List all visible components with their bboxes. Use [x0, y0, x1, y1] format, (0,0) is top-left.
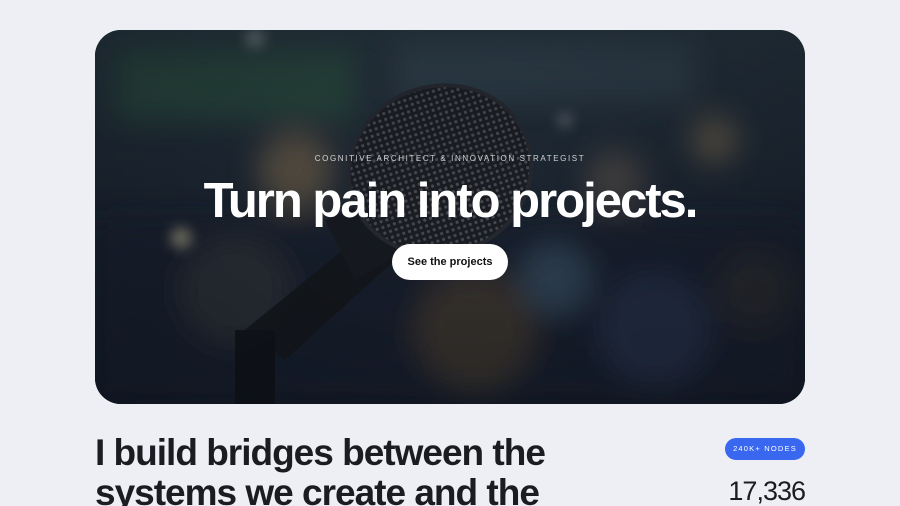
intro-statement: I build bridges between the systems we c…: [95, 432, 546, 506]
hero-content: COGNITIVE ARCHITECT & INNOVATION STRATEG…: [95, 30, 805, 404]
page: COGNITIVE ARCHITECT & INNOVATION STRATEG…: [0, 0, 900, 506]
node-count: 17,336: [728, 476, 806, 506]
hero-banner: COGNITIVE ARCHITECT & INNOVATION STRATEG…: [95, 30, 805, 404]
see-projects-button[interactable]: See the projects: [392, 244, 508, 280]
hero-eyebrow: COGNITIVE ARCHITECT & INNOVATION STRATEG…: [314, 154, 586, 163]
hero-title: Turn pain into projects.: [203, 174, 699, 228]
nodes-badge: 240K+ NODES: [725, 438, 805, 460]
